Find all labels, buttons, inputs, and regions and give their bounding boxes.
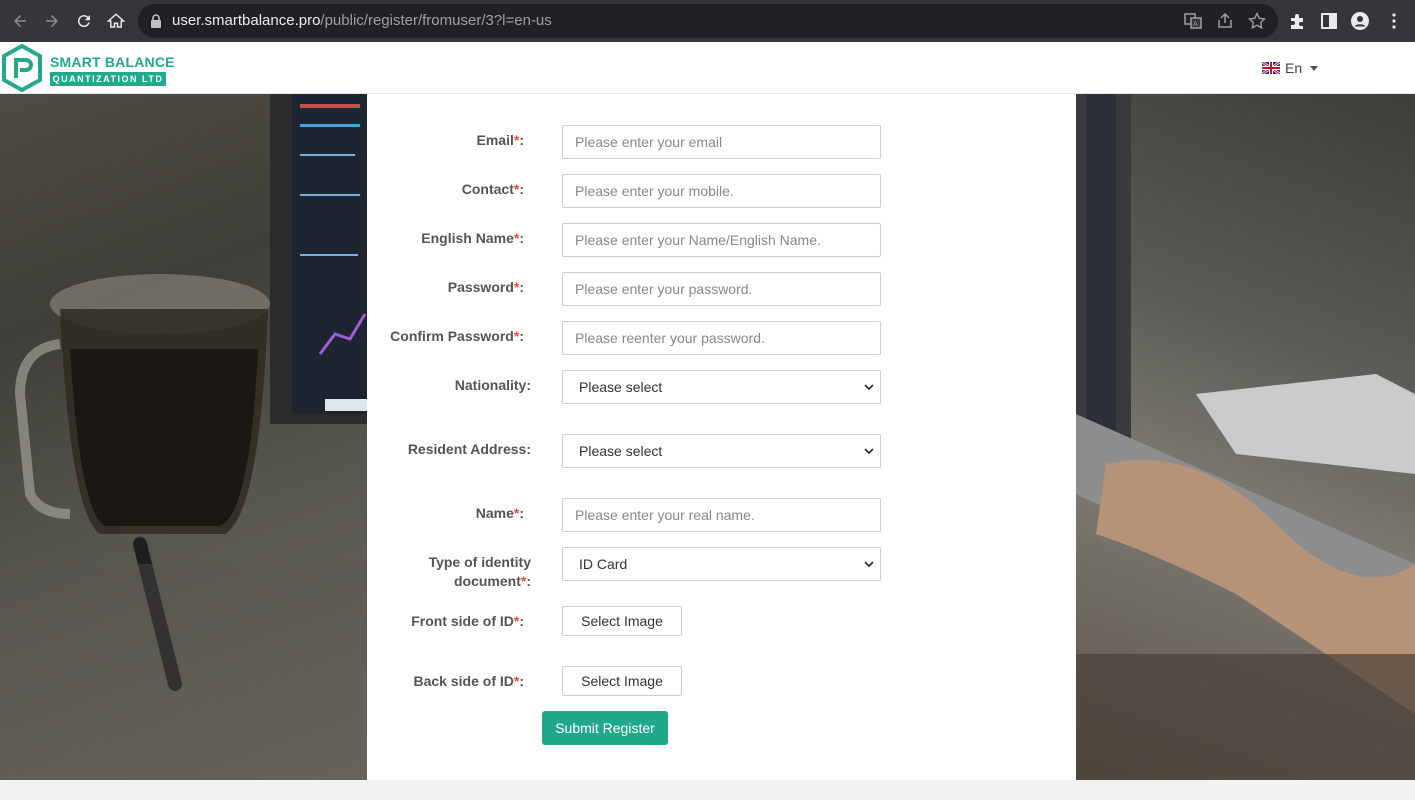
password-field[interactable] [562, 272, 881, 306]
english-name-label: English Name*: [421, 230, 524, 246]
brand-logo[interactable]: SMART BALANCE QUANTIZATION LTD [0, 44, 175, 92]
front-id-label: Front side of ID*: [411, 613, 524, 629]
address-bar[interactable]: user.smartbalance.pro/public/register/fr… [138, 4, 1278, 38]
sidepanel-icon[interactable] [1320, 12, 1338, 30]
email-label: Email*: [476, 132, 524, 148]
brand-subtitle: QUANTIZATION LTD [50, 72, 166, 86]
language-selector[interactable]: En [1262, 59, 1319, 77]
home-icon[interactable] [100, 5, 132, 37]
id-type-value: ID Card [579, 556, 628, 572]
language-label: En [1285, 60, 1303, 76]
id-type-label: Type of identity document*: [428, 554, 531, 589]
site-header: SMART BALANCE QUANTIZATION LTD En [0, 42, 1415, 94]
background-photo-left [0, 94, 367, 780]
chevron-down-icon [864, 561, 874, 568]
chevron-down-icon [864, 384, 874, 391]
resident-address-value: Please select [579, 443, 663, 459]
confirm-password-label: Confirm Password*: [390, 328, 524, 344]
star-icon[interactable] [1248, 12, 1266, 30]
front-id-select-image-button[interactable]: Select Image [562, 606, 682, 636]
back-id-label: Back side of ID*: [413, 673, 525, 689]
resident-address-select[interactable]: Please select [562, 434, 881, 468]
browser-toolbar: user.smartbalance.pro/public/register/fr… [0, 0, 1415, 42]
reload-icon[interactable] [68, 5, 100, 37]
back-id-select-image-button[interactable]: Select Image [562, 666, 682, 696]
real-name-field[interactable] [562, 498, 881, 532]
chevron-down-icon [864, 448, 874, 455]
nationality-label: Nationality: [454, 377, 531, 393]
register-form: Email*: Contact*: English Name*: Passwor… [367, 94, 1076, 780]
uk-flag-icon [1262, 62, 1280, 74]
english-name-field[interactable] [562, 223, 881, 257]
page-footer-strip [0, 780, 1415, 800]
share-icon[interactable] [1216, 12, 1234, 30]
back-icon[interactable] [4, 5, 36, 37]
submit-register-button[interactable]: Submit Register [542, 711, 668, 745]
logo-mark-icon [2, 44, 42, 92]
real-name-label: Name*: [475, 505, 524, 521]
nationality-select[interactable]: Please select [562, 370, 881, 404]
menu-icon[interactable] [1385, 12, 1403, 30]
forward-icon[interactable] [36, 5, 68, 37]
chevron-down-icon [1310, 65, 1319, 71]
nationality-value: Please select [579, 379, 663, 395]
id-type-select[interactable]: ID Card [562, 547, 881, 581]
contact-label: Contact*: [461, 181, 524, 197]
background-photo-right [1076, 94, 1415, 780]
brand-title: SMART BALANCE [50, 54, 175, 70]
translate-icon[interactable]: A [1184, 12, 1202, 30]
svg-text:A: A [1193, 20, 1198, 28]
lock-icon[interactable] [150, 14, 162, 28]
password-label: Password*: [447, 279, 524, 295]
extensions-icon[interactable] [1288, 12, 1306, 30]
url-text[interactable]: user.smartbalance.pro/public/register/fr… [172, 12, 552, 29]
email-field[interactable] [562, 125, 881, 159]
contact-field[interactable] [562, 174, 881, 208]
profile-icon[interactable] [1351, 12, 1369, 30]
resident-address-label: Resident Address: [407, 441, 531, 457]
confirm-password-field[interactable] [562, 321, 881, 355]
